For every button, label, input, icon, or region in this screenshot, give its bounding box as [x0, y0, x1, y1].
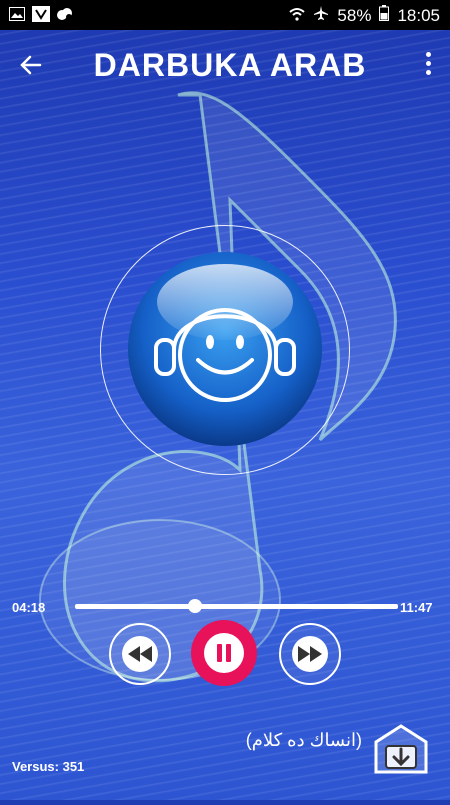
battery-percent: 58% — [337, 5, 372, 25]
shield-icon — [32, 5, 50, 23]
fast-forward-button[interactable] — [279, 623, 341, 685]
battery-icon — [379, 5, 390, 26]
clock: 18:05 — [397, 5, 440, 25]
pause-button[interactable] — [191, 620, 257, 686]
seek-thumb[interactable] — [187, 599, 202, 613]
wifi-icon — [289, 6, 306, 26]
total-time: 11:47 — [400, 600, 433, 615]
cloud-icon — [56, 5, 74, 23]
song-title: (انساك ده كلام) — [245, 730, 362, 750]
overflow-menu-icon[interactable] — [422, 52, 434, 78]
version-label: Versus: 351 — [12, 759, 85, 774]
rewind-icon — [122, 636, 158, 672]
fast-forward-icon — [292, 636, 328, 672]
page-title: DARBUKA ARAB — [93, 47, 367, 83]
arrow-left-icon[interactable] — [16, 50, 46, 80]
rewind-button[interactable] — [109, 623, 171, 685]
smiley-headphones-icon — [126, 250, 324, 448]
elapsed-time: 04:18 — [12, 600, 46, 615]
app-toolbar: DARBUKA ARAB — [0, 30, 450, 100]
pause-icon — [204, 633, 244, 673]
image-icon — [8, 5, 26, 23]
download-icon[interactable] — [372, 722, 430, 780]
status-bar: 58% 18:05 — [0, 0, 450, 30]
seek-bar[interactable] — [75, 604, 398, 609]
airplane-icon — [313, 5, 329, 26]
